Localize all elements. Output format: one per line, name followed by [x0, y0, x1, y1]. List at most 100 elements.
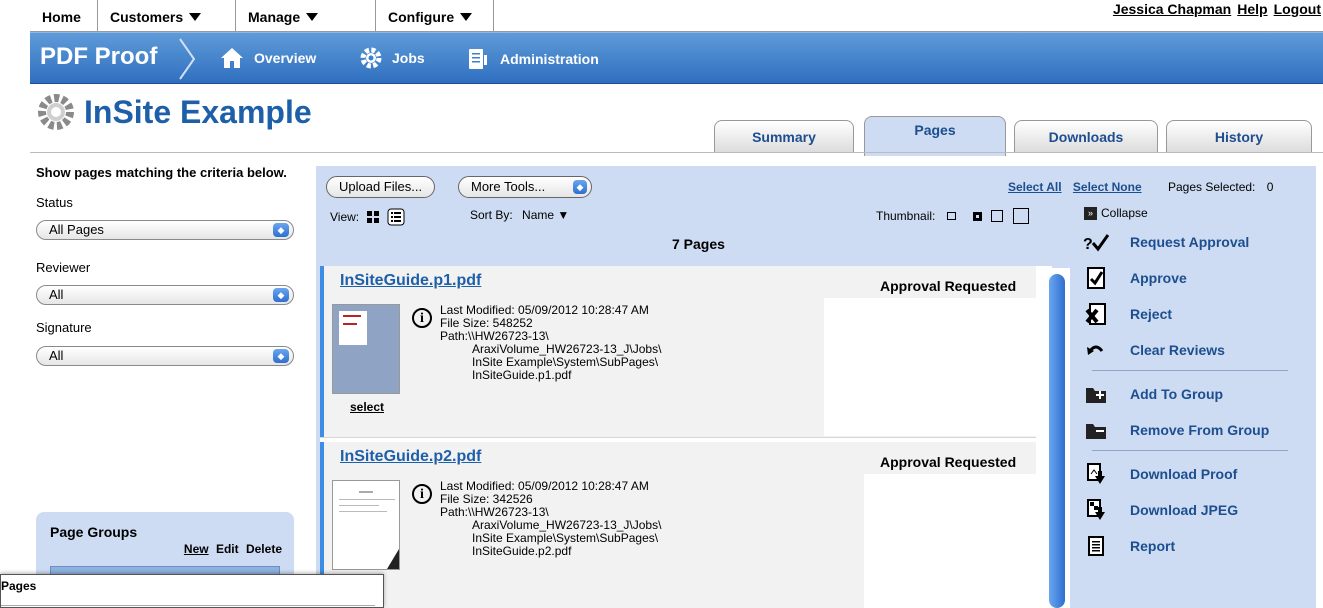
app-nav-bar: PDF Proof Overview Jobs Administration — [30, 32, 1323, 84]
page-title: InSite Example — [84, 93, 312, 130]
page-filename-link[interactable]: InSiteGuide.p1.pdf — [340, 272, 481, 290]
gear-icon — [360, 47, 382, 69]
sort-label: Sort By: — [470, 208, 513, 222]
page-header: InSite Example — [36, 92, 312, 132]
caret-down-icon — [189, 13, 202, 21]
page-status: Approval Requested — [880, 278, 1017, 294]
edit-group-link[interactable]: Edit — [216, 542, 239, 556]
page-thumbnail[interactable] — [332, 304, 400, 394]
download-jpeg-label: Download JPEG — [1130, 502, 1239, 518]
remove-from-group-button[interactable]: Remove From Group — [1082, 416, 1269, 444]
collapse-toggle[interactable]: » Collapse — [1084, 206, 1148, 220]
sort-control[interactable]: Sort By: Name ▼ — [470, 208, 569, 222]
page-status: Approval Requested — [880, 454, 1017, 470]
pages-list-scrollbar[interactable] — [1046, 268, 1070, 608]
download-jpeg-button[interactable]: Download JPEG — [1082, 496, 1238, 524]
pages-popup-window[interactable]: Pages — [0, 574, 384, 608]
thumbnail-text-line — [339, 505, 379, 506]
collapse-label: Collapse — [1101, 206, 1148, 220]
info-icon[interactable]: i — [412, 484, 432, 504]
select-page-link[interactable]: select — [350, 400, 384, 414]
actions-divider — [1092, 370, 1288, 371]
clear-reviews-label: Clear Reviews — [1130, 342, 1225, 358]
top-menu-bar: Home Customers Manage Configure Jessica … — [30, 0, 1323, 32]
select-none-link[interactable]: Select None — [1073, 180, 1142, 194]
menu-manage[interactable]: Manage — [236, 0, 376, 32]
signature-select[interactable]: All ◆ — [36, 346, 294, 366]
view-label: View: — [330, 210, 360, 224]
folder-add-icon — [1082, 381, 1110, 407]
page-thumbnail[interactable] — [332, 480, 400, 570]
selection-indicator — [320, 266, 324, 437]
tab-summary[interactable]: Summary — [714, 120, 854, 152]
page-item[interactable]: InSiteGuide.p1.pdf Approval Requested i … — [320, 266, 1038, 438]
reviewer-select[interactable]: All ◆ — [36, 285, 294, 305]
status-label: Status — [36, 195, 73, 210]
thumbnail-redline-mark — [343, 315, 361, 317]
select-arrows-icon: ◆ — [573, 180, 587, 194]
thumbnail-text-line — [359, 491, 373, 493]
caret-down-icon — [306, 13, 319, 21]
view-toggle: View: — [330, 208, 405, 226]
status-select[interactable]: All Pages ◆ — [36, 220, 294, 240]
info-icon[interactable]: i — [412, 308, 432, 328]
page-groups-title: Page Groups — [50, 524, 138, 540]
page-filename-link[interactable]: InSiteGuide.p2.pdf — [340, 448, 481, 466]
logout-link[interactable]: Logout — [1274, 1, 1321, 17]
user-name-link[interactable]: Jessica Chapman — [1113, 1, 1231, 17]
pages-selected-count: 0 — [1266, 180, 1274, 194]
nav-administration[interactable]: Administration — [466, 47, 599, 71]
clear-reviews-button[interactable]: Clear Reviews — [1082, 336, 1225, 364]
review-preview-area — [824, 298, 1038, 436]
nav-jobs[interactable]: Jobs — [360, 47, 425, 69]
job-gear-icon — [38, 94, 74, 130]
clipboard-icon — [469, 49, 487, 69]
thumbnail-tiny-icon[interactable] — [946, 212, 956, 220]
grid-view-icon[interactable] — [365, 209, 381, 225]
report-button[interactable]: Report — [1082, 532, 1175, 560]
thumbnail-small-icon[interactable] — [973, 211, 983, 221]
page-groups-actions: New Edit Delete — [180, 542, 282, 556]
nav-overview[interactable]: Overview — [220, 47, 316, 69]
download-proof-button[interactable]: Download Proof — [1082, 460, 1237, 488]
menu-home[interactable]: Home — [30, 0, 98, 32]
tab-history[interactable]: History — [1166, 120, 1312, 152]
thumbnail-large-icon[interactable] — [1012, 208, 1029, 224]
new-group-link[interactable]: New — [184, 542, 209, 556]
add-to-group-button[interactable]: Add To Group — [1082, 380, 1223, 408]
tab-pages[interactable]: Pages — [864, 116, 1006, 156]
report-icon — [1082, 533, 1110, 559]
reviewer-select-value: All — [49, 287, 64, 302]
actions-divider — [1092, 450, 1288, 451]
signature-select-value: All — [49, 348, 64, 363]
sort-caret-icon: ▼ — [557, 208, 570, 222]
approve-label: Approve — [1130, 270, 1187, 286]
thumbnail-label: Thumbnail: — [876, 209, 936, 223]
request-approval-button[interactable]: ? Request Approval — [1082, 228, 1249, 256]
menu-customers-label: Customers — [110, 9, 184, 25]
menu-configure[interactable]: Configure — [376, 0, 494, 32]
list-view-icon[interactable] — [387, 208, 405, 226]
filter-heading: Show pages matching the criteria below. — [36, 165, 287, 180]
help-link[interactable]: Help — [1237, 1, 1267, 17]
nav-overview-label: Overview — [254, 50, 317, 66]
sort-value: Name — [522, 208, 555, 222]
page-metadata: Last Modified: 05/09/2012 10:28:47 AM Fi… — [440, 304, 661, 382]
undo-icon — [1082, 337, 1110, 363]
user-links: Jessica Chapman Help Logout — [1107, 0, 1321, 18]
page-item[interactable]: InSiteGuide.p2.pdf Approval Requested i … — [320, 442, 1036, 608]
approve-button[interactable]: Approve — [1082, 264, 1187, 292]
nav-jobs-label: Jobs — [392, 50, 425, 66]
thumbnail-medium-icon[interactable] — [991, 210, 1004, 222]
select-all-link[interactable]: Select All — [1008, 180, 1062, 194]
tab-downloads[interactable]: Downloads — [1014, 120, 1158, 152]
menu-customers[interactable]: Customers — [98, 0, 236, 32]
upload-files-button[interactable]: Upload Files... — [326, 176, 436, 198]
thumbnail-redline-mark — [343, 323, 357, 325]
delete-group-link[interactable]: Delete — [246, 542, 282, 556]
add-to-group-label: Add To Group — [1130, 386, 1224, 402]
reject-button[interactable]: Reject — [1082, 300, 1172, 328]
scrollbar-thumb[interactable] — [1049, 274, 1065, 608]
more-tools-select[interactable]: More Tools... ◆ — [458, 176, 592, 198]
app-brand[interactable]: PDF Proof — [40, 43, 157, 71]
